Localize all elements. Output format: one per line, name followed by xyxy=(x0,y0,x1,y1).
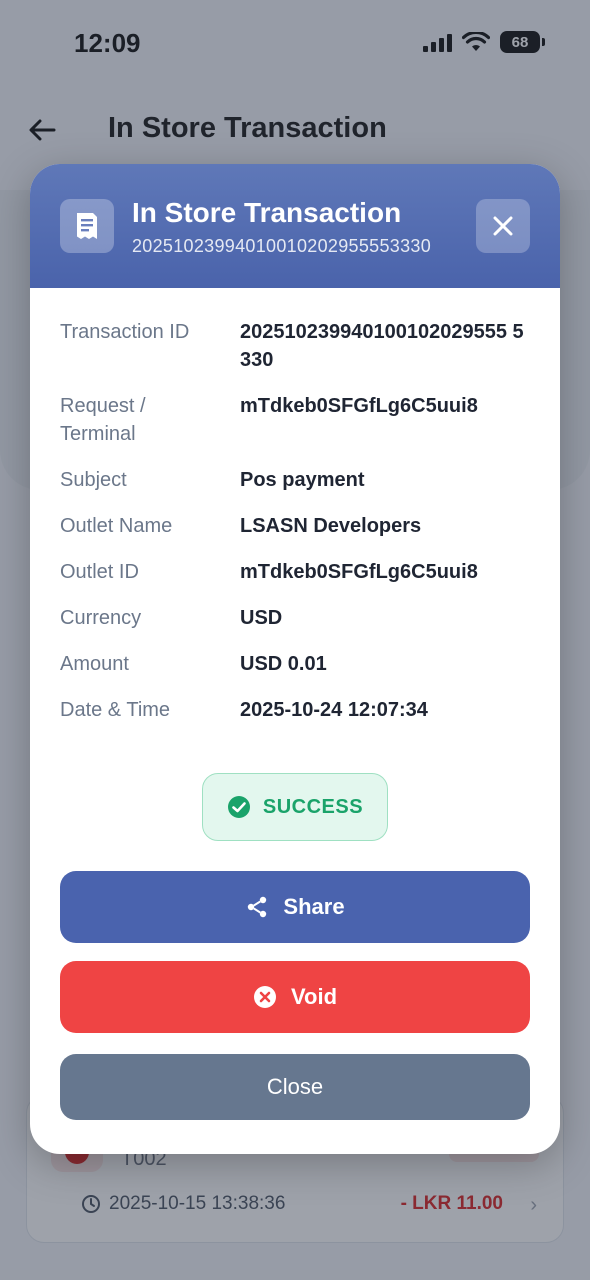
detail-label: Outlet ID xyxy=(60,561,139,583)
detail-row-outlet-name: Outlet Name LSASN Developers xyxy=(60,512,530,540)
detail-value: mTdkeb0SFGfLg6C5uui8 xyxy=(240,395,478,417)
detail-label: Subject xyxy=(60,469,127,491)
share-icon xyxy=(248,896,267,918)
detail-value: 202510239940100102029555 5330 xyxy=(240,321,524,371)
receipt-icon xyxy=(60,199,114,253)
detail-row-amount: Amount USD 0.01 xyxy=(60,650,530,678)
status-text: SUCCESS xyxy=(262,795,364,818)
detail-label: Date & Time xyxy=(60,699,171,721)
close-icon-button[interactable] xyxy=(476,199,530,253)
modal-title: In Store Transaction xyxy=(132,197,402,228)
transaction-detail-modal: In Store Transaction 2025102399401001020… xyxy=(30,164,560,1154)
void-button[interactable]: Void xyxy=(60,961,530,1033)
detail-row-outlet-id: Outlet ID mTdkeb0SFGfLg6C5uui8 xyxy=(60,558,530,586)
detail-row-currency: Currency USD xyxy=(60,604,530,632)
detail-label: Transaction ID xyxy=(60,321,190,343)
cancel-circle-icon xyxy=(253,986,276,1008)
share-button-label: Share xyxy=(283,894,345,919)
detail-label: Amount xyxy=(60,653,129,675)
detail-row-request-terminal: Request / Terminal mTdkeb0SFGfLg6C5uui8 xyxy=(60,392,530,448)
close-icon xyxy=(493,216,513,236)
modal-subtitle: 20251023994010010202955553330 xyxy=(132,236,432,256)
modal-header: In Store Transaction 2025102399401001020… xyxy=(30,164,560,288)
detail-value: USD xyxy=(240,607,283,629)
detail-value: LSASN Developers xyxy=(240,515,422,537)
detail-value: 2025-10-24 12:07:34 xyxy=(240,699,428,721)
detail-value: mTdkeb0SFGfLg6C5uui8 xyxy=(240,561,478,583)
detail-row-transaction-id: Transaction ID 202510239940100102029555 … xyxy=(60,318,530,374)
close-button[interactable]: Close xyxy=(60,1054,530,1120)
check-circle-icon xyxy=(227,796,250,818)
share-button[interactable]: Share xyxy=(60,871,530,943)
detail-label: Outlet Name xyxy=(60,515,173,537)
detail-label: Request / Terminal xyxy=(60,395,146,445)
status-badge: SUCCESS xyxy=(202,773,388,841)
detail-value: Pos payment xyxy=(240,469,365,491)
transaction-details: Transaction ID 202510239940100102029555 … xyxy=(30,288,560,724)
close-button-label: Close xyxy=(266,1074,324,1099)
void-button-label: Void xyxy=(290,984,338,1009)
detail-row-subject: Subject Pos payment xyxy=(60,466,530,494)
detail-value: USD 0.01 xyxy=(240,653,327,675)
detail-row-date-time: Date & Time 2025-10-24 12:07:34 xyxy=(60,696,530,724)
detail-label: Currency xyxy=(60,607,142,629)
